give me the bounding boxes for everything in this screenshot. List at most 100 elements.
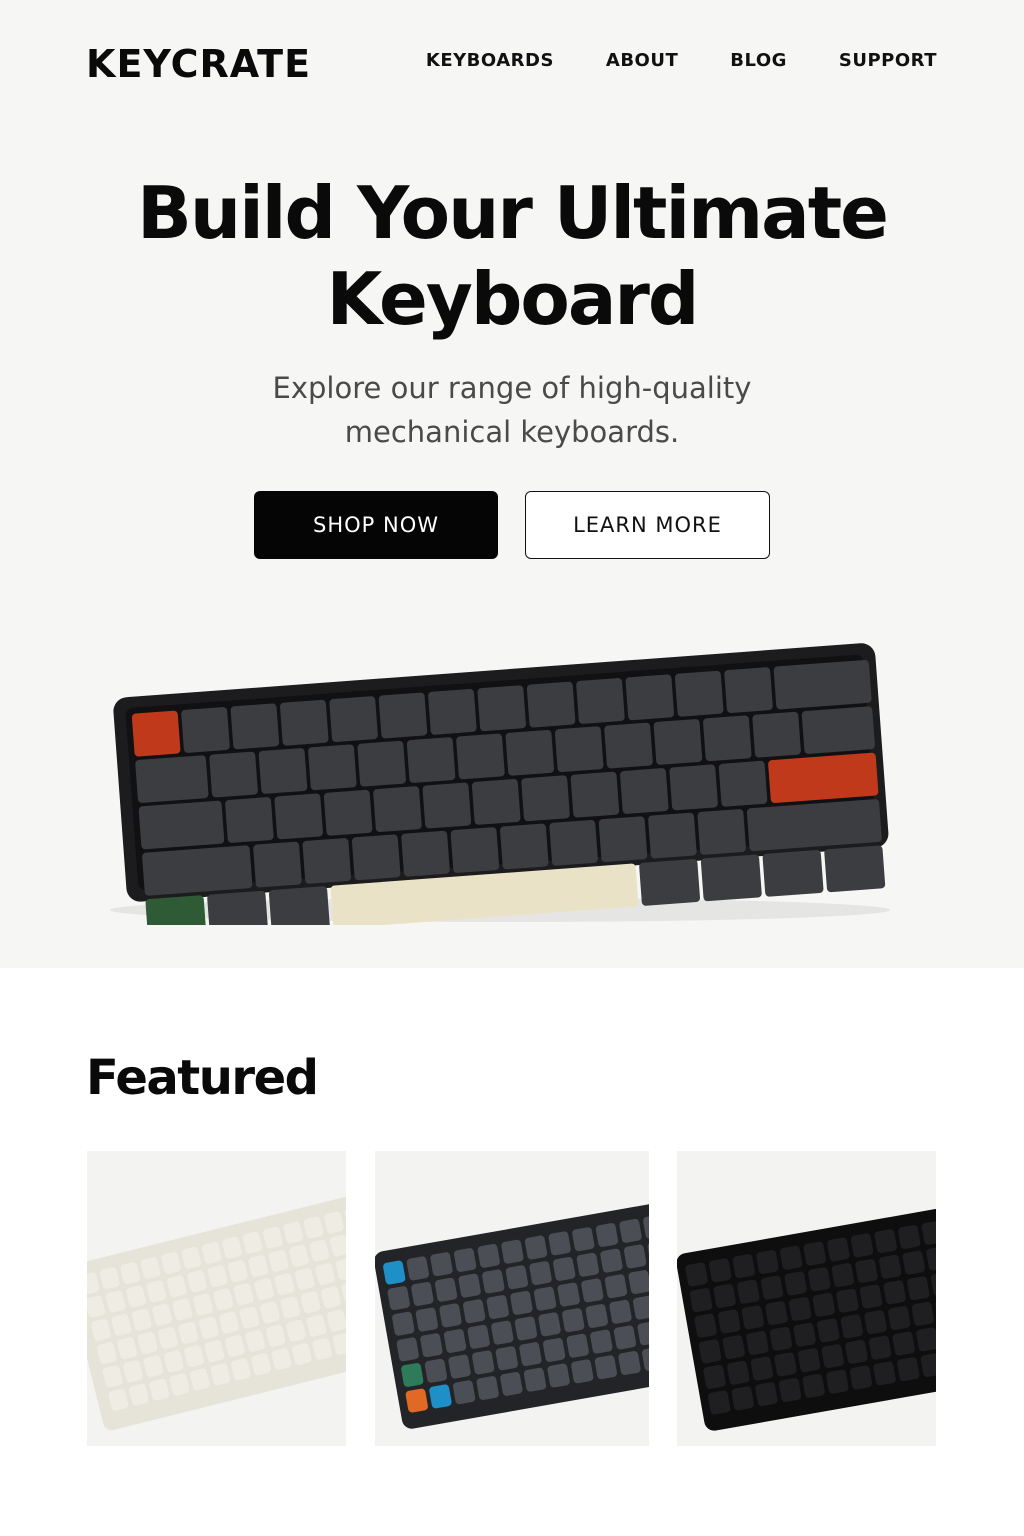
keycap bbox=[268, 886, 330, 925]
keycap bbox=[387, 1286, 410, 1311]
keycap bbox=[401, 830, 450, 877]
keycap bbox=[737, 1279, 760, 1304]
keycap bbox=[467, 1324, 490, 1349]
keycap bbox=[902, 1250, 925, 1275]
keycap bbox=[598, 816, 648, 863]
keycap bbox=[731, 1386, 754, 1411]
keycap bbox=[812, 1292, 835, 1317]
hero-subtitle-line-1: Explore our range of high-quality bbox=[272, 371, 752, 405]
keycap bbox=[613, 1325, 637, 1350]
keycap bbox=[576, 1252, 599, 1277]
keycap bbox=[542, 1338, 566, 1362]
keycap bbox=[756, 1250, 779, 1274]
keycap bbox=[302, 838, 352, 884]
keycap bbox=[450, 827, 500, 873]
keycap bbox=[709, 1258, 732, 1283]
keycap bbox=[482, 1269, 505, 1294]
keycap bbox=[595, 1223, 619, 1247]
keycap bbox=[808, 1267, 831, 1292]
keycap bbox=[430, 1252, 453, 1277]
keycap bbox=[789, 1297, 812, 1321]
keycap bbox=[879, 1254, 902, 1279]
keycap bbox=[463, 1299, 486, 1324]
keycap bbox=[802, 1373, 825, 1398]
brand-logo[interactable]: KEYCRATE bbox=[86, 42, 311, 86]
keycap bbox=[898, 1225, 921, 1249]
keycap bbox=[505, 1265, 529, 1290]
featured-product-card[interactable] bbox=[87, 1151, 346, 1446]
keycap bbox=[548, 1231, 571, 1256]
keycap bbox=[727, 1360, 750, 1385]
keycap bbox=[760, 1275, 784, 1300]
keycap bbox=[471, 779, 521, 825]
keycap bbox=[576, 678, 625, 724]
keycap bbox=[454, 1248, 477, 1272]
keycap bbox=[697, 809, 746, 855]
keycap bbox=[510, 1290, 533, 1315]
keycap bbox=[323, 789, 373, 836]
keycap bbox=[713, 1284, 736, 1308]
keycap bbox=[138, 800, 225, 850]
keycap bbox=[519, 1342, 542, 1367]
keycap bbox=[718, 760, 768, 807]
nav-link-about[interactable]: ABOUT bbox=[606, 50, 678, 71]
hero-title-line-1: Build Your Ultimate bbox=[136, 171, 889, 255]
nav-link-blog[interactable]: BLOG bbox=[730, 50, 787, 71]
keycap bbox=[694, 1313, 717, 1338]
learn-more-button[interactable]: LEARN MORE bbox=[525, 491, 770, 559]
keycap bbox=[439, 1303, 462, 1328]
keycap bbox=[746, 1331, 769, 1355]
hero-keyboard-image bbox=[110, 643, 890, 925]
keycap bbox=[873, 1361, 896, 1386]
keycap bbox=[718, 1309, 741, 1334]
keycap bbox=[562, 1308, 585, 1333]
keycap bbox=[817, 1318, 840, 1343]
keycap bbox=[392, 1311, 415, 1336]
keycap bbox=[840, 1314, 864, 1339]
keycap bbox=[827, 1237, 850, 1262]
featured-product-card[interactable] bbox=[375, 1151, 649, 1446]
keycap bbox=[415, 1307, 439, 1332]
keycap bbox=[859, 1284, 883, 1309]
cream-keyboard-image bbox=[87, 1188, 346, 1431]
keycap bbox=[500, 1371, 523, 1396]
keycap bbox=[648, 812, 697, 859]
keycap bbox=[874, 1229, 897, 1254]
keycap bbox=[526, 681, 576, 728]
keycap bbox=[458, 1273, 481, 1298]
keycap bbox=[907, 1276, 930, 1301]
keycap bbox=[523, 1367, 547, 1392]
keycap bbox=[625, 674, 675, 721]
accent-keycap bbox=[405, 1388, 428, 1413]
keycap bbox=[762, 850, 824, 897]
keycap bbox=[547, 1363, 570, 1388]
hero-subtitle-line-2: mechanical keyboards. bbox=[344, 415, 680, 449]
keycap bbox=[308, 744, 357, 791]
keycap bbox=[572, 1227, 595, 1252]
keycap bbox=[724, 667, 773, 713]
nav-link-support[interactable]: SUPPORT bbox=[839, 50, 937, 71]
keycap bbox=[443, 1329, 467, 1353]
keycap bbox=[571, 1359, 594, 1384]
keycap bbox=[619, 1218, 642, 1243]
keycap bbox=[849, 1365, 873, 1390]
keycap bbox=[623, 1244, 647, 1269]
keycap bbox=[855, 1259, 878, 1283]
shop-now-button[interactable]: SHOP NOW bbox=[254, 491, 498, 559]
keycap bbox=[529, 1261, 552, 1286]
keycap bbox=[824, 845, 886, 893]
keycap bbox=[406, 737, 456, 783]
keycap bbox=[618, 1351, 641, 1375]
keycap bbox=[452, 1380, 476, 1405]
gray-keyboard-image bbox=[375, 1199, 649, 1429]
nav-link-keyboards[interactable]: KEYBOARDS bbox=[426, 50, 554, 71]
keycap bbox=[674, 670, 724, 717]
keycap bbox=[491, 1320, 514, 1345]
keycap bbox=[685, 1262, 708, 1287]
keycap bbox=[549, 819, 598, 866]
featured-product-card[interactable] bbox=[677, 1151, 936, 1446]
keycap bbox=[329, 696, 378, 742]
keycap bbox=[897, 1357, 920, 1382]
keycap bbox=[850, 1233, 874, 1258]
keycap bbox=[533, 1286, 557, 1311]
